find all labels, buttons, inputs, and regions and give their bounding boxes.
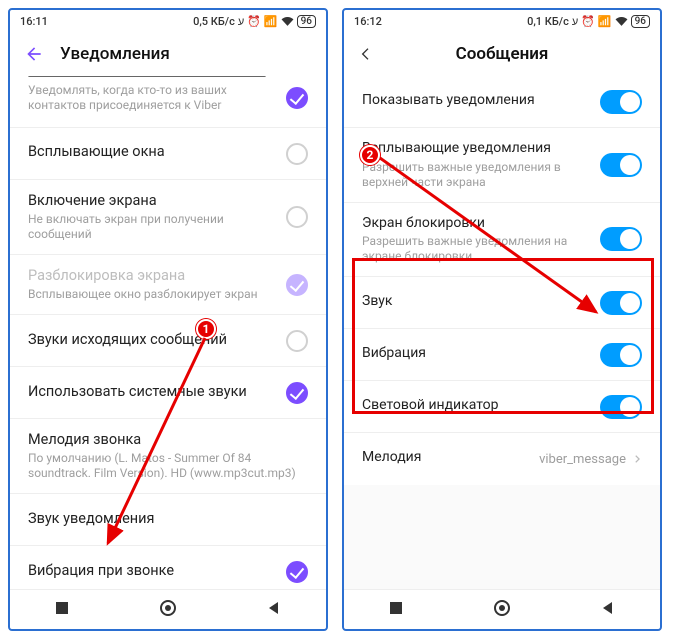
setting-row: Разблокировка экрана Всплывающее окно ра… — [10, 255, 326, 315]
navigation-bar — [344, 589, 660, 629]
nav-home-icon[interactable] — [159, 599, 177, 621]
settings-list: Уведомлять, когда кто-то из ваших контак… — [10, 76, 326, 589]
setting-row-ringtone[interactable]: Мелодия звонка По умолчанию (L. Matos - … — [10, 419, 326, 494]
status-bar: 16:11 0,5 КБ/с ﬠ ⏰ 📶 96 — [10, 10, 326, 32]
setting-row[interactable]: Вибрация при звонке — [10, 546, 326, 589]
melody-value: viber_message — [539, 452, 626, 467]
back-button[interactable] — [358, 46, 374, 62]
checkbox-icon[interactable] — [286, 330, 308, 352]
toggle-switch[interactable] — [600, 153, 642, 177]
toggle-switch[interactable] — [600, 291, 642, 315]
settings-list: Показывать уведомления Всплывающие уведо… — [344, 76, 660, 589]
setting-row[interactable]: Всплывающие окна — [10, 128, 326, 180]
titlebar: Сообщения — [344, 32, 660, 76]
status-right: 0,1 КБ/с ﬠ ⏰ 📶 96 — [527, 15, 650, 28]
setting-row[interactable]: Показывать уведомления — [344, 76, 660, 128]
alarm-icon: ⏰ — [247, 15, 261, 28]
nav-recents-icon[interactable] — [388, 600, 404, 620]
nav-home-icon[interactable] — [493, 599, 511, 621]
toggle-switch[interactable] — [600, 227, 642, 251]
status-bar: 16:12 0,1 КБ/с ﬠ ⏰ 📶 96 — [344, 10, 660, 32]
signal-icon: 📶 — [598, 15, 612, 28]
checkbox-icon[interactable] — [286, 87, 308, 109]
titlebar: Уведомления — [10, 32, 326, 76]
checkbox-icon[interactable] — [286, 561, 308, 583]
signal-icon: 📶 — [264, 15, 278, 28]
setting-row[interactable]: Звуки исходящих сообщений — [10, 315, 326, 367]
back-button[interactable] — [24, 44, 44, 64]
setting-row-led[interactable]: Световой индикатор — [344, 381, 660, 433]
nav-back-icon[interactable] — [266, 600, 282, 620]
status-time: 16:11 — [20, 15, 48, 28]
page-title: Сообщения — [344, 44, 660, 64]
setting-row-vibration[interactable]: Вибрация — [344, 329, 660, 381]
alarm-icon: ⏰ — [581, 15, 595, 28]
setting-row[interactable]: Экран блокировки Разрешить важные уведом… — [344, 203, 660, 278]
bluetooth-icon: ﬠ — [572, 15, 578, 28]
setting-row[interactable]: Уведомлять, когда кто-то из ваших контак… — [10, 76, 326, 128]
nav-recents-icon[interactable] — [54, 600, 70, 620]
setting-row[interactable]: Включение экрана Не включать экран при п… — [10, 180, 326, 255]
setting-row-melody[interactable]: Мелодия viber_message — [344, 433, 660, 485]
nav-back-icon[interactable] — [600, 600, 616, 620]
toggle-switch[interactable] — [600, 395, 642, 419]
phone-screen-1: 16:11 0,5 КБ/с ﬠ ⏰ 📶 96 Уведомления Увед… — [8, 8, 328, 631]
toggle-switch[interactable] — [600, 343, 642, 367]
battery-icon: 96 — [297, 15, 316, 28]
wifi-icon — [615, 16, 628, 26]
navigation-bar — [10, 589, 326, 629]
status-time: 16:12 — [354, 15, 382, 28]
wifi-icon — [281, 16, 294, 26]
bluetooth-icon: ﬠ — [238, 15, 244, 28]
checkbox-icon[interactable] — [286, 382, 308, 404]
checkbox-icon[interactable] — [286, 206, 308, 228]
page-title: Уведомления — [60, 44, 170, 64]
setting-row-notification-sound[interactable]: Звук уведомления — [10, 494, 326, 546]
setting-row[interactable]: Использовать системные звуки — [10, 367, 326, 419]
chevron-right-icon — [632, 450, 642, 469]
setting-row-sound[interactable]: Звук — [344, 277, 660, 329]
phone-screen-2: 16:12 0,1 КБ/с ﬠ ⏰ 📶 96 Сообщения Показы… — [342, 8, 662, 631]
checkbox-icon — [286, 274, 308, 296]
checkbox-icon[interactable] — [286, 143, 308, 165]
status-right: 0,5 КБ/с ﬠ ⏰ 📶 96 — [193, 15, 316, 28]
setting-row[interactable]: Всплывающие уведомления Разрешить важные… — [344, 128, 660, 203]
battery-icon: 96 — [631, 15, 650, 28]
toggle-switch[interactable] — [600, 90, 642, 114]
